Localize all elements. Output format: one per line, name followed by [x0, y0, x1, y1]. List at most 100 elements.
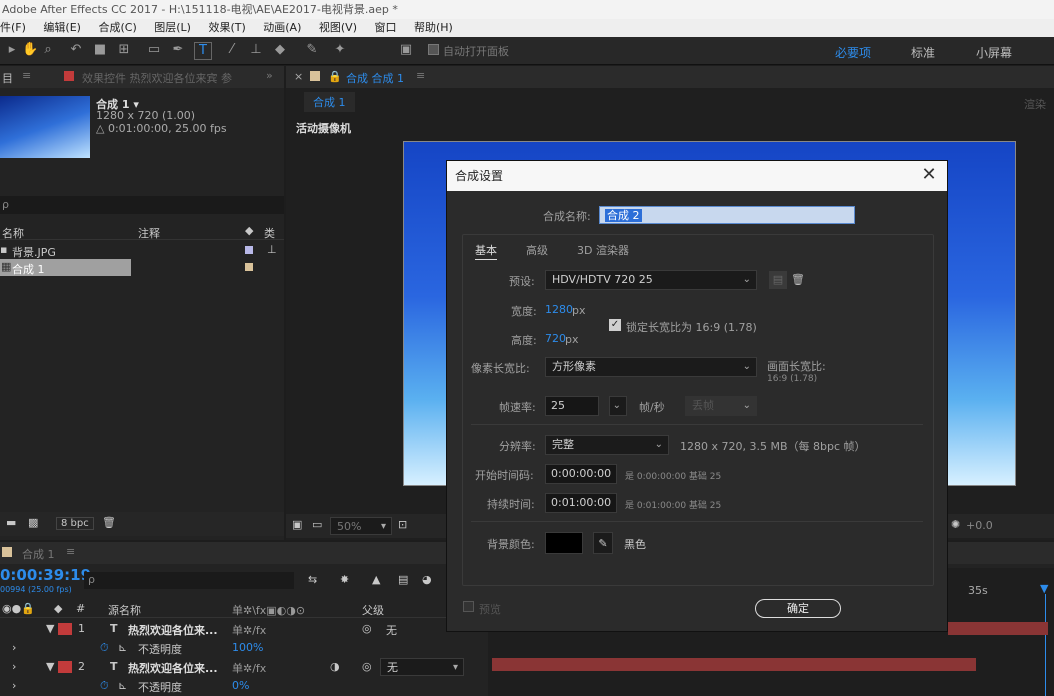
new-comp-icon[interactable]: ▩ — [28, 516, 38, 529]
preview-checkbox[interactable] — [463, 601, 474, 612]
rectangle-tool-icon[interactable]: ▭ — [146, 42, 162, 58]
menu-edit[interactable]: 编辑(E) — [43, 21, 81, 34]
close-tab-icon[interactable]: × — [294, 70, 303, 83]
stopwatch-icon[interactable]: ⏱ — [100, 641, 109, 655]
comp-viewer-tab[interactable]: 合成 合成 1 — [346, 70, 404, 86]
motion-blur-icon[interactable]: ◕ — [422, 573, 432, 586]
opacity-value[interactable]: 0% — [232, 679, 249, 692]
hand-tool-icon[interactable]: ✋ — [22, 42, 38, 58]
pen-tool-icon[interactable]: ✒ — [170, 42, 186, 58]
new-folder-icon[interactable]: ▬ — [6, 516, 16, 529]
menu-layer[interactable]: 图层(L) — [154, 21, 191, 34]
ok-button[interactable]: 确定 — [755, 599, 841, 618]
preset-dropdown[interactable]: HDV/HDTV 720 25 ⌄ — [545, 270, 757, 290]
clone-stamp-tool-icon[interactable]: ⊥ — [248, 42, 264, 58]
motion-blur-switch-icon[interactable]: ◑ — [330, 660, 340, 673]
playhead-icon[interactable]: ▼ — [1040, 582, 1050, 595]
column-type[interactable]: 类 — [264, 225, 275, 241]
frame-rate-dropdown[interactable]: ⌄ — [609, 396, 627, 416]
layer-1-track-bar[interactable] — [948, 622, 1048, 635]
column-comment[interactable]: 注释 — [138, 225, 160, 241]
layer-switches[interactable]: 单✲/fx — [232, 622, 266, 638]
pan-behind-tool-icon[interactable]: ⊞ — [116, 42, 132, 58]
workspace-small-screen[interactable]: 小屏幕 — [976, 44, 1012, 61]
timeline-search-input[interactable]: ρ — [84, 572, 294, 589]
column-name[interactable]: 名称 — [2, 225, 24, 241]
eyedropper-icon[interactable]: ✎ — [593, 532, 613, 554]
exposure-icon[interactable]: ✺ — [951, 518, 960, 531]
current-timecode[interactable]: 0:00:39:19 — [0, 566, 91, 584]
project-item-bg-jpg[interactable]: ▪ 背景.JPG ⊥ — [0, 242, 277, 259]
project-tab[interactable]: 目 — [2, 70, 13, 86]
zoom-tool-icon[interactable]: ⌕ — [40, 42, 56, 58]
region-of-interest-icon[interactable]: ▣ — [292, 518, 302, 531]
menu-effect[interactable]: 效果(T) — [208, 21, 245, 34]
trash-icon[interactable]: 🗑 — [102, 516, 116, 529]
expand-layer-icon[interactable]: ▼ — [46, 660, 54, 673]
shy-layers-icon[interactable]: ▲ — [372, 573, 380, 586]
panel-menu-icon[interactable]: ≡ — [22, 69, 31, 82]
delete-preset-icon[interactable]: 🗑 — [789, 271, 807, 289]
puppet-pin-tool-icon[interactable]: ✦ — [332, 42, 348, 58]
expand-panels-icon[interactable]: » — [266, 69, 273, 82]
layer-label-color[interactable] — [58, 623, 72, 635]
opacity-value[interactable]: 100% — [232, 641, 263, 654]
effects-controls-tab[interactable]: 效果控件 热烈欢迎各位来宾 参 — [82, 70, 232, 86]
fit-icon[interactable]: ⊡ — [398, 518, 407, 531]
monitor-icon[interactable]: ▭ — [312, 518, 322, 531]
camera-tool-icon[interactable]: ■ — [92, 42, 108, 58]
stopwatch-icon[interactable]: ⏱ — [100, 679, 109, 693]
tab-basic[interactable]: 基本 — [475, 242, 497, 260]
auto-open-checkbox[interactable] — [428, 44, 439, 55]
roto-brush-tool-icon[interactable]: ✎ — [304, 42, 320, 58]
zoom-dropdown[interactable]: 50% ▾ — [330, 517, 392, 535]
source-name-column[interactable]: 源名称 — [108, 602, 141, 618]
bg-color-swatch[interactable] — [545, 532, 583, 554]
eraser-tool-icon[interactable]: ◆ — [272, 42, 288, 58]
snapping-icon[interactable]: ▣ — [398, 42, 414, 58]
panel-menu-icon[interactable]: ≡ — [416, 69, 425, 82]
panel-menu-icon[interactable]: ≡ — [66, 545, 75, 558]
layer-switches[interactable]: 单✲/fx — [232, 660, 266, 676]
menu-window[interactable]: 窗口 — [374, 21, 396, 34]
tag-icon[interactable]: ◆ — [245, 224, 253, 237]
tab-3d-renderer[interactable]: 3D 渲染器 — [577, 242, 629, 258]
pointer-tool-icon[interactable]: ▸ — [4, 42, 20, 58]
brush-tool-icon[interactable]: ⁄ — [224, 42, 240, 58]
layer-row-2[interactable]: › ▼ 2 T 热烈欢迎各位来... 单✲/fx ◑ ◎ 无 ▾ — [0, 658, 488, 677]
pixel-aspect-dropdown[interactable]: 方形像素 ⌄ — [545, 357, 757, 377]
text-tool-icon[interactable]: T — [194, 42, 212, 60]
tab-advanced[interactable]: 高级 — [526, 242, 548, 258]
layer-name[interactable]: 热烈欢迎各位来... — [128, 660, 218, 676]
lock-aspect-checkbox[interactable]: ✓ — [609, 319, 621, 331]
menu-file[interactable]: 件(F) — [0, 21, 26, 34]
menu-animation[interactable]: 动画(A) — [263, 21, 301, 34]
rotate-tool-icon[interactable]: ↶ — [68, 42, 84, 58]
comp-breadcrumb[interactable]: 合成 1 — [304, 92, 355, 112]
parent-column[interactable]: 父级 — [362, 602, 384, 618]
lock-icon[interactable]: 🔒 — [328, 70, 342, 83]
menu-help[interactable]: 帮助(H) — [414, 21, 453, 34]
comp-mini-flowchart-icon[interactable]: ⇆ — [308, 573, 317, 586]
bpc-button[interactable]: 8 bpc — [56, 517, 94, 530]
workspace-standard[interactable]: 标准 — [911, 44, 935, 61]
draft-3d-icon[interactable]: ✸ — [340, 573, 349, 586]
layer-label-color[interactable] — [58, 661, 72, 673]
layer-2-track-bar[interactable] — [492, 658, 976, 671]
start-timecode-input[interactable]: 0:00:00:00 — [545, 464, 617, 484]
close-icon[interactable]: ✕ — [917, 163, 941, 187]
menu-view[interactable]: 视图(V) — [319, 21, 357, 34]
width-value[interactable]: 1280 — [545, 303, 573, 316]
layer-row-1[interactable]: ▼ 1 T 热烈欢迎各位来... 单✲/fx ◎ 无 — [0, 620, 488, 639]
duration-input[interactable]: 0:01:00:00 — [545, 493, 617, 513]
graph-icon[interactable]: ⊾ — [118, 641, 127, 654]
timeline-tab[interactable]: 合成 1 — [22, 546, 55, 562]
expand-layer-icon[interactable]: ▼ — [46, 622, 54, 635]
frame-blending-icon[interactable]: ▤ — [398, 573, 408, 586]
resolution-dropdown[interactable]: 完整 ⌄ — [545, 435, 669, 455]
save-preset-icon[interactable]: ▤ — [769, 271, 787, 289]
project-item-comp-1[interactable]: ▦ 合成 1 — [0, 259, 264, 276]
workspace-essentials[interactable]: 必要项 — [835, 44, 871, 61]
height-value[interactable]: 720 — [545, 332, 566, 345]
pickwhip-icon[interactable]: ◎ — [362, 660, 372, 673]
